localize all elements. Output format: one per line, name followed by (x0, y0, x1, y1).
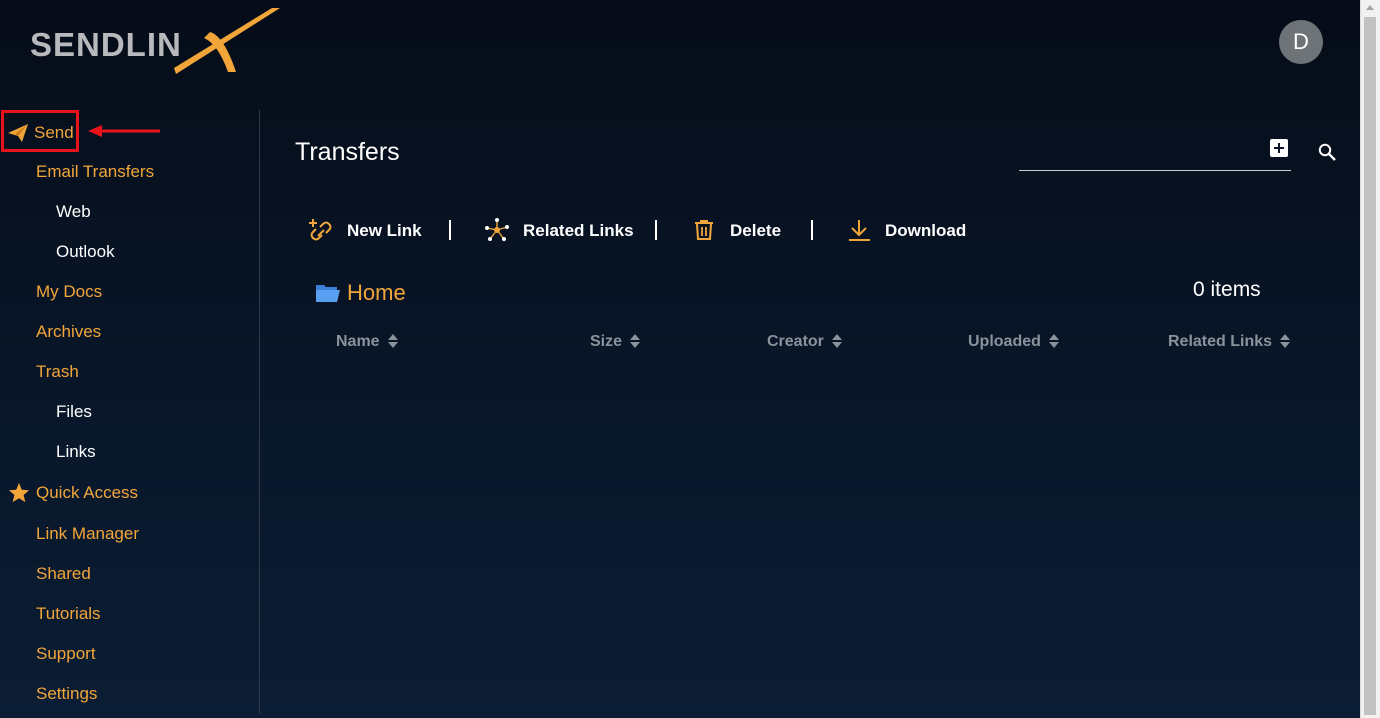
download-label: Download (885, 221, 967, 240)
toolbar-divider (811, 220, 813, 240)
new-link-label: New Link (347, 221, 422, 240)
sidebar-item-send[interactable]: Send (1, 110, 79, 152)
delete-button[interactable]: Delete (694, 216, 784, 244)
paper-plane-icon (8, 124, 28, 142)
sidebar-item-quick-access[interactable]: Quick Access (36, 483, 138, 503)
column-header-label: Uploaded (968, 333, 1041, 350)
toolbar-divider (449, 220, 451, 240)
page-title: Transfers (295, 138, 400, 166)
logo-x-mark-icon (174, 8, 280, 74)
toolbar-divider (655, 220, 657, 240)
user-avatar[interactable]: D (1279, 20, 1323, 64)
sidebar-item-my-docs[interactable]: My Docs (36, 282, 102, 302)
search-icon[interactable] (1318, 143, 1336, 161)
sort-icon (1048, 333, 1059, 349)
column-header-related-links[interactable]: Related Links (1168, 333, 1291, 351)
sidebar-item-links[interactable]: Links (56, 442, 96, 462)
download-icon (849, 220, 870, 241)
column-header-uploaded[interactable]: Uploaded (968, 333, 1059, 351)
sidebar-item-web[interactable]: Web (56, 202, 91, 222)
sidebar-item-tutorials[interactable]: Tutorials (36, 604, 101, 624)
star-icon (8, 482, 30, 503)
add-icon[interactable] (1270, 139, 1288, 157)
logo-text: SENDLIN (30, 26, 182, 63)
column-header-creator[interactable]: Creator (767, 333, 842, 351)
scroll-up-arrow-icon[interactable] (1366, 5, 1374, 10)
search-input[interactable] (1019, 170, 1291, 171)
sidebar-item-label: Send (34, 123, 74, 142)
column-header-label: Size (590, 333, 623, 350)
sidebar-item-email-transfers[interactable]: Email Transfers (36, 162, 154, 182)
item-count: 0 items (1193, 278, 1261, 301)
new-link-button[interactable]: New Link (308, 216, 428, 244)
scrollbar-thumb[interactable] (1364, 17, 1376, 715)
sidebar-item-shared[interactable]: Shared (36, 564, 91, 584)
sidebar-item-outlook[interactable]: Outlook (56, 242, 115, 262)
delete-label: Delete (730, 221, 782, 240)
sidebar-item-support[interactable]: Support (36, 644, 96, 664)
sidebar-item-settings[interactable]: Settings (36, 684, 97, 704)
download-button[interactable]: Download (848, 216, 968, 244)
sidebar: Send Email Transfers Web Outlook My Docs… (0, 110, 260, 714)
sidebar-item-archives[interactable]: Archives (36, 322, 101, 342)
sort-icon (387, 333, 398, 349)
breadcrumb-home[interactable]: Home (347, 280, 406, 306)
trash-icon (695, 220, 713, 240)
sidebar-item-files[interactable]: Files (56, 402, 92, 422)
column-header-size[interactable]: Size (590, 333, 641, 351)
column-header-label: Related Links (1168, 333, 1273, 350)
related-links-button[interactable]: Related Links (484, 216, 634, 244)
sidebar-item-link-manager[interactable]: Link Manager (36, 524, 139, 544)
sort-icon (1280, 333, 1291, 349)
network-icon (485, 218, 509, 241)
link-plus-icon (309, 219, 332, 241)
sidebar-item-trash[interactable]: Trash (36, 362, 79, 382)
column-header-name[interactable]: Name (336, 333, 398, 351)
sort-icon (630, 333, 641, 349)
column-header-label: Name (336, 333, 380, 350)
app-logo[interactable]: SENDLIN (30, 6, 290, 78)
vertical-scrollbar[interactable] (1360, 0, 1380, 718)
folder-open-icon (316, 285, 340, 302)
sort-icon (831, 333, 842, 349)
annotation-arrow-icon (88, 125, 160, 137)
related-links-label: Related Links (523, 221, 634, 240)
column-header-label: Creator (767, 333, 824, 350)
